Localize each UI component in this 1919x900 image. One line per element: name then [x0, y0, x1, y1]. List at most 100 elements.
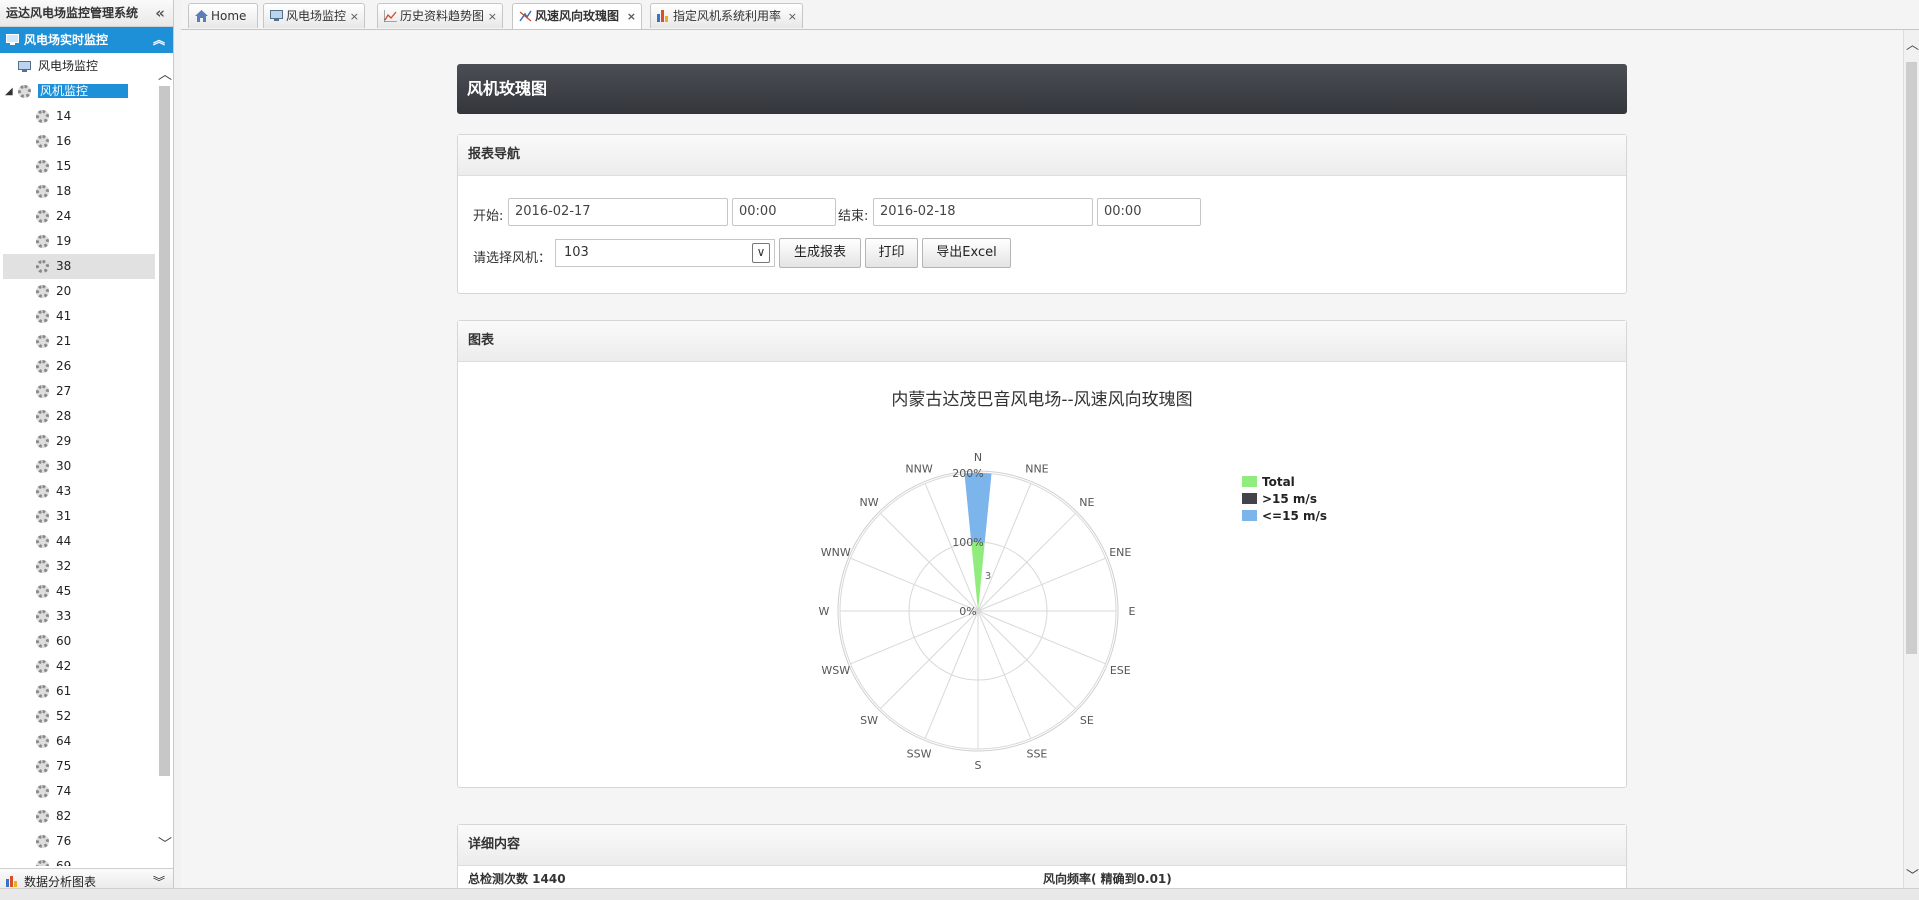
tree-node-turbine[interactable]: 60: [0, 629, 173, 654]
legend-item[interactable]: <=15 m/s: [1242, 509, 1327, 523]
direction-label: W: [819, 605, 830, 618]
tree-node-turbine[interactable]: 74: [0, 779, 173, 804]
direction-label: NE: [1079, 496, 1094, 509]
tab-history-trend[interactable]: 历史资料趋势图 ×: [377, 3, 503, 28]
scroll-up-icon[interactable]: ︿: [1906, 34, 1919, 53]
tree-node-turbine[interactable]: 24: [0, 204, 173, 229]
tree-node-label: 20: [56, 284, 72, 298]
tab-system-utilization[interactable]: 指定风机系统利用率 ×: [650, 3, 803, 28]
chevron-down-icon[interactable]: ∨: [752, 243, 770, 263]
chevron-up-double-icon[interactable]: ︽: [153, 27, 165, 53]
monitor-icon: [270, 10, 283, 21]
direction-label: WSW: [821, 664, 850, 677]
turbine-list: 14 16 15 18 24 19 38 20 41 21 26 27 28 29 30 43 31 44 32 45…: [0, 104, 173, 866]
tree-node-turbine[interactable]: 76: [0, 829, 173, 854]
tree-node-label: 74: [56, 784, 72, 798]
tree-node-turbine[interactable]: 61: [0, 679, 173, 704]
gear-icon: [36, 660, 49, 673]
legend-item[interactable]: >15 m/s: [1242, 492, 1317, 506]
gear-icon: [36, 635, 49, 648]
export-excel-button[interactable]: 导出Excel: [922, 238, 1011, 268]
end-label: 结束:: [838, 209, 869, 224]
tree-node-turbine[interactable]: 41: [0, 304, 173, 329]
tree-node-turbine[interactable]: 64: [0, 729, 173, 754]
turbine-select[interactable]: 103 ∨: [555, 239, 775, 267]
tree-node-turbine[interactable]: 27: [0, 379, 173, 404]
tree-node-turbine[interactable]: 21: [0, 329, 173, 354]
tree-node-turbine[interactable]: 14: [0, 104, 173, 129]
tree-node-turbine[interactable]: 33: [0, 604, 173, 629]
tree-node-turbine[interactable]: 15: [0, 154, 173, 179]
gear-icon: [36, 685, 49, 698]
start-time-field[interactable]: 00:00: [732, 198, 836, 226]
tree-expanded-icon[interactable]: ◢: [5, 79, 13, 104]
accordion-realtime-monitoring[interactable]: 风电场实时监控 ︽: [0, 27, 173, 53]
gear-icon: [36, 235, 49, 248]
tree-node-farm-monitoring[interactable]: 风电场监控: [0, 54, 173, 79]
tree-node-label: 38: [56, 259, 72, 273]
gear-icon: [36, 560, 49, 573]
sidebar: 运达风电场监控管理系统 « 风电场实时监控 ︽ 风电场监控 ◢ 风机监控 14 1…: [0, 0, 174, 899]
tree-node-turbine[interactable]: 69: [0, 854, 173, 866]
gear-icon: [36, 160, 49, 173]
tree-node-label: 14: [56, 109, 72, 123]
tree-node-turbine[interactable]: 30: [0, 454, 173, 479]
tree-node-turbine[interactable]: 43: [0, 479, 173, 504]
tree-node-turbine[interactable]: 52: [0, 704, 173, 729]
tree-node-turbine[interactable]: 16: [0, 129, 173, 154]
detail-panel: 详细内容 总检测次数 1440 风向频率( 精确到0.01): [457, 824, 1627, 888]
tab-wind-rose[interactable]: 风速风向玫瑰图 ×: [512, 3, 642, 29]
monitor-icon: [18, 61, 31, 72]
print-button[interactable]: 打印: [865, 238, 918, 268]
gear-icon: [36, 135, 49, 148]
collapse-sidebar-icon[interactable]: «: [155, 0, 165, 26]
gear-icon: [36, 385, 49, 398]
tree-node-turbine[interactable]: 42: [0, 654, 173, 679]
gear-icon: [36, 360, 49, 373]
tree-node-turbine[interactable]: 75: [0, 754, 173, 779]
gear-icon: [36, 610, 49, 623]
tree-node-turbine[interactable]: 38: [3, 254, 155, 279]
tree-node-turbine[interactable]: 20: [0, 279, 173, 304]
scroll-up-icon[interactable]: ︿: [158, 64, 172, 84]
tab-farm-monitoring[interactable]: 风电场监控 ×: [263, 3, 365, 28]
wind-rose-chart: N NNE NE ENE E ESE SE SSE S SSW SW WSW W WNW NW NNW 0% 10…: [819, 451, 1136, 772]
tree-node-turbine[interactable]: 44: [0, 529, 173, 554]
tree-node-turbine[interactable]: 18: [0, 179, 173, 204]
close-icon[interactable]: ×: [788, 4, 797, 29]
scroll-down-icon[interactable]: ﹀: [1906, 865, 1919, 884]
end-time-field[interactable]: 00:00: [1097, 198, 1201, 226]
tree-node-label: 19: [56, 234, 72, 248]
scrollbar-thumb[interactable]: [159, 86, 170, 776]
tab-label: 风速风向玫瑰图: [535, 9, 620, 23]
tree-node-turbine[interactable]: 29: [0, 429, 173, 454]
gear-icon: [36, 435, 49, 448]
scroll-down-icon[interactable]: ﹀: [158, 834, 172, 854]
close-icon[interactable]: ×: [627, 4, 636, 29]
tree-node-turbine[interactable]: 28: [0, 404, 173, 429]
line-chart-icon: [384, 10, 397, 22]
scrollbar-thumb[interactable]: [1906, 62, 1917, 654]
sidebar-scrollbar[interactable]: ︿ ﹀: [157, 64, 172, 854]
tree-node-turbine[interactable]: 31: [0, 504, 173, 529]
direction-label: SE: [1080, 714, 1094, 727]
chart-title: 内蒙古达茂巴音风电场--风速风向玫瑰图: [891, 390, 1193, 410]
close-icon[interactable]: ×: [488, 4, 497, 29]
close-icon[interactable]: ×: [350, 4, 359, 29]
tree-node-turbine[interactable]: 19: [0, 229, 173, 254]
tree-node-turbine-monitoring[interactable]: ◢ 风机监控: [0, 79, 173, 104]
tree-node-turbine[interactable]: 32: [0, 554, 173, 579]
tree-node-turbine[interactable]: 82: [0, 804, 173, 829]
main-scrollbar[interactable]: ︿ ﹀: [1903, 30, 1919, 888]
gear-icon: [36, 760, 49, 773]
app-title-text: 运达风电场监控管理系统: [6, 6, 139, 20]
tab-home[interactable]: Home: [188, 3, 258, 28]
start-date-field[interactable]: 2016-02-17: [508, 198, 728, 226]
tree-node-turbine[interactable]: 26: [0, 354, 173, 379]
gear-icon: [36, 585, 49, 598]
tree-node-turbine[interactable]: 45: [0, 579, 173, 604]
legend-item[interactable]: Total: [1242, 475, 1295, 489]
gear-icon: [36, 510, 49, 523]
generate-report-button[interactable]: 生成报表: [779, 238, 861, 268]
end-date-field[interactable]: 2016-02-18: [873, 198, 1093, 226]
